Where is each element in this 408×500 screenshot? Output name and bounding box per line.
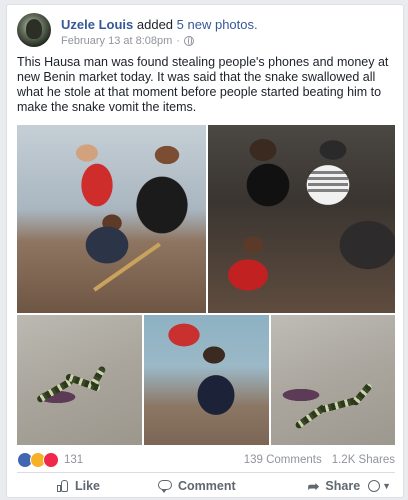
love-reaction-icon[interactable] xyxy=(43,452,59,468)
post-meta: February 13 at 8:08pm · xyxy=(61,35,194,47)
chevron-down-icon: ▼ xyxy=(382,481,391,491)
reaction-count[interactable]: 131 xyxy=(64,454,83,466)
share-label: Share xyxy=(325,479,361,493)
comments-count[interactable]: 139 Comments xyxy=(244,454,322,466)
photo-4[interactable] xyxy=(144,315,269,445)
like-button[interactable]: Like xyxy=(55,479,100,493)
facebook-post-card: Uzele Louis added 5 new photos. February… xyxy=(6,4,404,498)
like-label: Like xyxy=(75,479,101,493)
photo-2[interactable] xyxy=(208,125,395,313)
photos-link[interactable]: 5 new photos. xyxy=(177,17,258,32)
reactions-bar: 131 139 Comments 1.2K Shares xyxy=(17,451,395,469)
author-name[interactable]: Uzele Louis xyxy=(61,17,133,32)
poster-line: Uzele Louis added 5 new photos. xyxy=(61,17,258,32)
photo-3[interactable] xyxy=(17,315,142,445)
thumbs-up-icon xyxy=(55,479,69,493)
avatar-silhouette xyxy=(26,19,42,39)
avatar[interactable] xyxy=(17,13,51,47)
photo-grid xyxy=(17,125,395,445)
photo-1[interactable] xyxy=(17,125,206,313)
divider xyxy=(17,472,395,473)
comment-button[interactable]: Comment xyxy=(158,479,236,493)
photo-5[interactable] xyxy=(271,315,395,445)
post-header: Uzele Louis added 5 new photos. February… xyxy=(17,13,397,49)
share-button[interactable]: ➦ Share xyxy=(308,479,360,493)
audience-selector[interactable]: ▼ xyxy=(368,480,391,492)
action-text: added xyxy=(136,17,174,32)
comment-label: Comment xyxy=(178,479,236,493)
shares-count[interactable]: 1.2K Shares xyxy=(332,454,395,466)
post-stats: 139 Comments 1.2K Shares xyxy=(244,454,395,466)
globe-icon xyxy=(368,480,381,492)
post-timestamp[interactable]: February 13 at 8:08pm xyxy=(61,35,172,47)
comment-icon xyxy=(158,479,173,493)
post-text: This Hausa man was found stealing people… xyxy=(17,55,389,114)
globe-icon[interactable] xyxy=(183,36,194,46)
share-arrow-icon: ➦ xyxy=(307,478,320,494)
action-bar: Like Comment ➦ Share ▼ xyxy=(17,475,395,497)
